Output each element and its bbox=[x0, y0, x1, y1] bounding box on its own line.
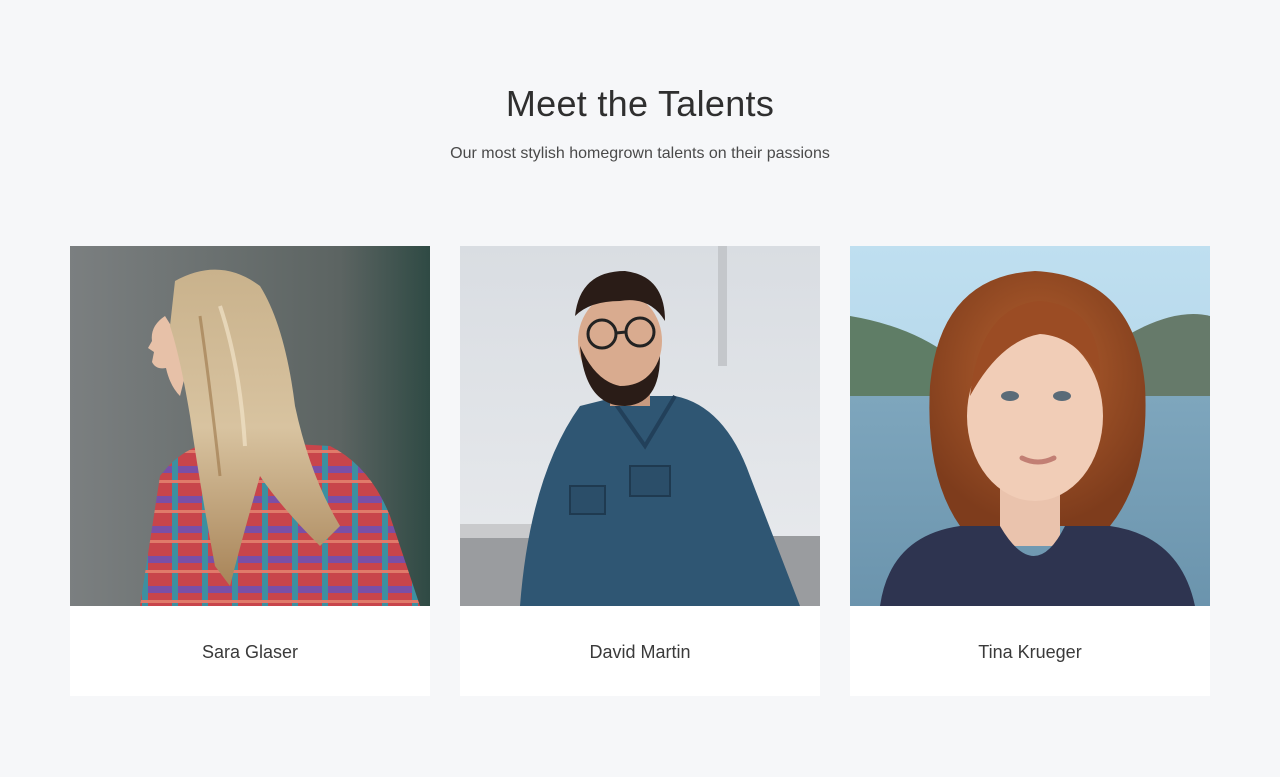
talent-card[interactable]: Sara Glaser bbox=[70, 246, 430, 696]
talent-photo[interactable] bbox=[70, 246, 430, 606]
talents-section: Meet the Talents Our most stylish homegr… bbox=[0, 0, 1280, 777]
talent-card[interactable]: David Martin bbox=[460, 246, 820, 696]
talent-name[interactable]: David Martin bbox=[460, 640, 820, 664]
talent-name[interactable]: Tina Krueger bbox=[850, 640, 1210, 664]
portrait-photo-icon bbox=[850, 246, 1210, 606]
section-subtitle: Our most stylish homegrown talents on th… bbox=[450, 145, 830, 162]
portrait-photo-icon bbox=[460, 246, 820, 606]
talent-card[interactable]: Tina Krueger bbox=[850, 246, 1210, 696]
section-title: Meet the Talents bbox=[505, 83, 775, 124]
talent-name[interactable]: Sara Glaser bbox=[70, 640, 430, 664]
portrait-photo-icon bbox=[70, 246, 430, 606]
talent-photo[interactable] bbox=[460, 246, 820, 606]
talent-photo[interactable] bbox=[850, 246, 1210, 606]
